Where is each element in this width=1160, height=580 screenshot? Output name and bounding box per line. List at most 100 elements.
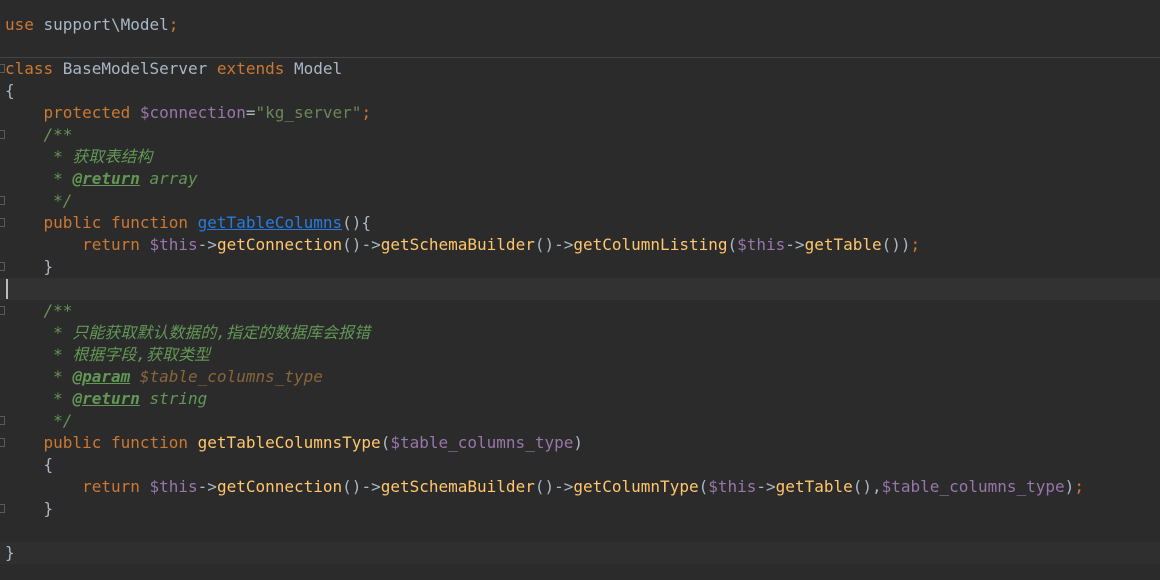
code-line[interactable]: use support\Model; bbox=[0, 14, 1160, 36]
code-text: * @param $table_columns_type bbox=[5, 366, 323, 388]
code-text: */ bbox=[5, 410, 72, 432]
code-token: -> bbox=[785, 235, 805, 254]
code-token: * 获取表结构 bbox=[5, 147, 153, 166]
code-token: * bbox=[5, 389, 73, 408]
code-text: protected $connection="kg_server"; bbox=[5, 102, 372, 124]
code-token: @return bbox=[72, 169, 140, 188]
code-text: return $this->getConnection()->getSchema… bbox=[5, 234, 920, 256]
code-line[interactable]: * 根据字段,获取类型 bbox=[0, 344, 1160, 366]
code-token: * 只能获取默认数据的,指定的数据库会报错 bbox=[5, 323, 371, 342]
code-token: return bbox=[82, 235, 150, 254]
code-text: public function getTableColumnsType($tab… bbox=[5, 432, 583, 454]
code-token: getTable bbox=[775, 477, 853, 496]
code-token: ()) bbox=[881, 235, 911, 254]
code-line[interactable]: * 只能获取默认数据的,指定的数据库会报错 bbox=[0, 322, 1160, 344]
code-text: * 获取表结构 bbox=[5, 146, 152, 168]
code-token: { bbox=[5, 81, 15, 100]
code-token: use bbox=[5, 15, 44, 34]
code-line[interactable]: * 获取表结构 bbox=[0, 146, 1160, 168]
code-token: getConnection bbox=[216, 477, 343, 496]
code-token: ( bbox=[727, 235, 738, 254]
code-line[interactable]: } bbox=[0, 542, 1160, 564]
code-token: protected bbox=[43, 103, 140, 122]
code-text: /** bbox=[5, 124, 73, 146]
code-token: getTable bbox=[804, 235, 882, 254]
code-token: ()-> bbox=[342, 235, 381, 254]
code-text: * 只能获取默认数据的,指定的数据库会报错 bbox=[5, 322, 370, 344]
code-editor[interactable]: use support\Model; class BaseModelServer … bbox=[0, 0, 1160, 580]
code-token: getColumnType bbox=[573, 477, 699, 496]
code-token: * bbox=[5, 367, 73, 386]
code-token: -> bbox=[197, 235, 217, 254]
code-token: $this bbox=[737, 235, 786, 254]
code-token: ; bbox=[910, 235, 921, 254]
code-line[interactable] bbox=[0, 278, 1160, 300]
code-token: extends bbox=[216, 59, 294, 78]
code-text: class BaseModelServer extends Model bbox=[5, 58, 342, 80]
code-token: ; bbox=[1074, 477, 1084, 496]
code-token: @return bbox=[72, 389, 140, 408]
code-token: ) bbox=[1064, 477, 1075, 496]
code-line[interactable]: /** bbox=[0, 124, 1160, 146]
code-token: $table_columns_type bbox=[881, 477, 1065, 496]
code-token: getSchemaBuilder bbox=[380, 235, 535, 254]
code-text: * 根据字段,获取类型 bbox=[5, 344, 210, 366]
code-line[interactable]: * @param $table_columns_type bbox=[0, 366, 1160, 388]
code-line[interactable]: { bbox=[0, 454, 1160, 476]
code-token: Model bbox=[293, 59, 343, 78]
code-line[interactable]: return $this->getConnection()->getSchema… bbox=[0, 476, 1160, 498]
code-token: getSchemaBuilder bbox=[380, 477, 535, 496]
code-text: * @return string bbox=[5, 388, 207, 410]
code-token: @param bbox=[72, 367, 131, 386]
code-token: -> bbox=[756, 477, 776, 496]
code-token: public function bbox=[43, 213, 198, 232]
code-token: $this bbox=[149, 477, 198, 496]
code-token: ; bbox=[168, 15, 179, 34]
code-line[interactable]: public function getTableColumnsType($tab… bbox=[0, 432, 1160, 454]
code-token: } bbox=[5, 543, 15, 562]
code-token: $table_columns_type bbox=[390, 433, 574, 452]
code-line[interactable]: * @return string bbox=[0, 388, 1160, 410]
code-line[interactable]: protected $connection="kg_server"; bbox=[0, 102, 1160, 124]
code-token: getColumnListing bbox=[573, 235, 728, 254]
code-token: ()-> bbox=[342, 477, 381, 496]
code-token[interactable]: getTableColumns bbox=[198, 213, 343, 232]
code-line[interactable]: /** bbox=[0, 300, 1160, 322]
code-text: /** bbox=[5, 300, 73, 322]
code-line[interactable]: public function getTableColumns(){ bbox=[0, 212, 1160, 234]
code-line[interactable]: * @return array bbox=[0, 168, 1160, 190]
code-token: $connection bbox=[139, 103, 246, 122]
code-token: ; bbox=[361, 103, 372, 122]
code-line[interactable]: */ bbox=[0, 410, 1160, 432]
code-token: BaseModelServer bbox=[62, 59, 217, 78]
code-token: string bbox=[139, 389, 208, 408]
code-text: use support\Model; bbox=[5, 14, 178, 36]
code-token: */ bbox=[5, 191, 73, 210]
code-token: support\Model bbox=[43, 15, 169, 34]
code-line[interactable]: { bbox=[0, 80, 1160, 102]
code-line[interactable]: */ bbox=[0, 190, 1160, 212]
code-token: /** bbox=[5, 125, 73, 144]
code-line[interactable]: } bbox=[0, 498, 1160, 520]
code-text: } bbox=[5, 498, 54, 520]
code-token: -> bbox=[197, 477, 217, 496]
code-token: ( bbox=[380, 433, 391, 452]
code-token: $this bbox=[149, 235, 198, 254]
code-token: return bbox=[82, 477, 150, 496]
code-token: (){ bbox=[342, 213, 372, 232]
code-token: */ bbox=[5, 411, 73, 430]
code-token: /** bbox=[5, 301, 73, 320]
code-token: "kg_server" bbox=[255, 103, 362, 122]
text-caret bbox=[6, 279, 8, 299]
code-text: { bbox=[5, 80, 15, 102]
code-text: public function getTableColumns(){ bbox=[5, 212, 372, 234]
code-token: { bbox=[5, 455, 54, 474]
code-text: return $this->getConnection()->getSchema… bbox=[5, 476, 1084, 498]
code-line[interactable]: } bbox=[0, 256, 1160, 278]
code-text: */ bbox=[5, 190, 72, 212]
code-line[interactable]: class BaseModelServer extends Model bbox=[0, 58, 1160, 80]
code-line[interactable]: return $this->getConnection()->getSchema… bbox=[0, 234, 1160, 256]
